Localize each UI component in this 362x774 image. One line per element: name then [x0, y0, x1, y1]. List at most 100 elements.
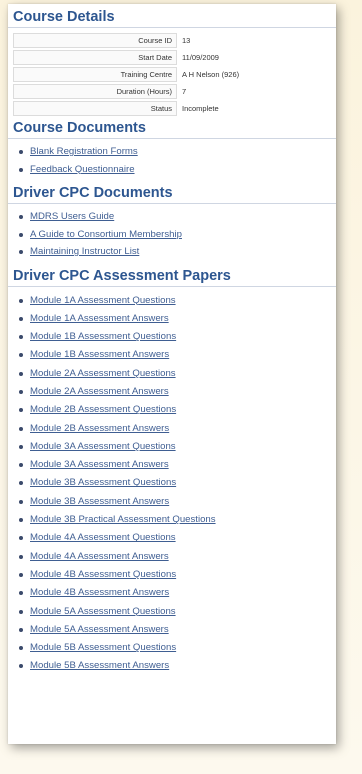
- detail-row: Status Incomplete: [13, 101, 239, 116]
- list-item: Module 1A Assessment Answers: [19, 310, 336, 328]
- bullet-icon: [19, 444, 23, 449]
- list-item: Module 4B Assessment Questions: [19, 566, 336, 584]
- assessment-paper-link[interactable]: Module 1B Assessment Questions: [30, 331, 176, 342]
- detail-row: Duration (Hours) 7: [13, 84, 239, 99]
- list-item: Module 2B Assessment Questions: [19, 401, 336, 419]
- course-details-table: Course ID 13 Start Date 11/09/2009 Training …: [13, 31, 239, 118]
- bullet-icon: [19, 335, 23, 340]
- bullet-icon: [19, 646, 23, 651]
- detail-row: Training Centre A H Nelson (926): [13, 67, 239, 82]
- detail-value: 7: [182, 87, 187, 96]
- assessment-paper-link[interactable]: Module 4B Assessment Answers: [30, 587, 169, 598]
- bullet-icon: [19, 664, 23, 669]
- list-item: Module 2B Assessment Answers: [19, 420, 336, 438]
- assessment-paper-link[interactable]: Module 1B Assessment Answers: [30, 349, 169, 360]
- bullet-icon: [19, 150, 23, 154]
- bullet-icon: [19, 554, 23, 559]
- bullet-icon: [19, 371, 23, 376]
- bullet-icon: [19, 298, 23, 303]
- assessment-paper-link[interactable]: Module 2B Assessment Questions: [30, 404, 176, 415]
- list-item: Module 4A Assessment Questions: [19, 529, 336, 547]
- course-documents-list: Blank Registration Forms Feedback Questio…: [8, 143, 336, 178]
- list-item: Module 5A Assessment Answers: [19, 621, 336, 639]
- list-item: Module 5A Assessment Questions: [19, 603, 336, 621]
- list-item: Module 4B Assessment Answers: [19, 584, 336, 602]
- list-item: Maintaining Instructor List: [19, 243, 336, 261]
- cpc-document-link[interactable]: MDRS Users Guide: [30, 211, 114, 222]
- list-item: Module 1B Assessment Answers: [19, 346, 336, 364]
- assessment-paper-link[interactable]: Module 3B Assessment Answers: [30, 496, 169, 507]
- assessment-paper-link[interactable]: Module 3A Assessment Questions: [30, 441, 176, 452]
- bullet-icon: [19, 536, 23, 541]
- course-document-link[interactable]: Blank Registration Forms: [30, 146, 138, 157]
- assessment-paper-link[interactable]: Module 5A Assessment Questions: [30, 606, 176, 617]
- assessment-paper-link[interactable]: Module 4B Assessment Questions: [30, 569, 176, 580]
- list-item: Module 3B Assessment Answers: [19, 493, 336, 511]
- list-item: Module 3A Assessment Questions: [19, 438, 336, 456]
- assessment-paper-link[interactable]: Module 2A Assessment Questions: [30, 368, 176, 379]
- list-item: Module 2A Assessment Answers: [19, 383, 336, 401]
- list-item: Module 4A Assessment Answers: [19, 548, 336, 566]
- cpc-documents-list: MDRS Users Guide A Guide to Consortium Me…: [8, 208, 336, 261]
- list-item: Module 1A Assessment Questions: [19, 292, 336, 310]
- cpc-documents-heading: Driver CPC Documents: [8, 183, 336, 204]
- list-item: Blank Registration Forms: [19, 143, 336, 161]
- assessment-paper-link[interactable]: Module 5A Assessment Answers: [30, 624, 169, 635]
- assessment-papers-heading: Driver CPC Assessment Papers: [8, 266, 336, 287]
- bullet-icon: [19, 353, 23, 358]
- list-item: MDRS Users Guide: [19, 208, 336, 226]
- detail-value: 11/09/2009: [182, 53, 219, 62]
- page-background: Course Details Course ID 13 Start Date 11/0…: [0, 0, 362, 774]
- bullet-icon: [19, 591, 23, 596]
- assessment-paper-link[interactable]: Module 3B Practical Assessment Questions: [30, 514, 216, 525]
- assessment-paper-link[interactable]: Module 3A Assessment Answers: [30, 459, 169, 470]
- cpc-document-link[interactable]: A Guide to Consortium Membership: [30, 229, 182, 240]
- assessment-paper-link[interactable]: Module 5B Assessment Questions: [30, 642, 176, 653]
- list-item: Module 3B Assessment Questions: [19, 474, 336, 492]
- bullet-icon: [19, 481, 23, 486]
- list-item: Module 3B Practical Assessment Questions: [19, 511, 336, 529]
- list-item: Module 3A Assessment Answers: [19, 456, 336, 474]
- list-item: Module 1B Assessment Questions: [19, 328, 336, 346]
- bullet-icon: [19, 609, 23, 614]
- list-item: Module 5B Assessment Answers: [19, 657, 336, 675]
- bullet-icon: [19, 463, 23, 468]
- bullet-icon: [19, 167, 23, 172]
- detail-label: Duration (Hours): [13, 84, 177, 99]
- bullet-icon: [19, 408, 23, 413]
- assessment-paper-link[interactable]: Module 1A Assessment Answers: [30, 313, 169, 324]
- assessment-paper-link[interactable]: Module 2A Assessment Answers: [30, 386, 169, 397]
- detail-label: Start Date: [13, 50, 177, 65]
- bullet-icon: [19, 316, 23, 321]
- detail-row: Course ID 13: [13, 33, 239, 48]
- assessment-paper-link[interactable]: Module 1A Assessment Questions: [30, 295, 176, 306]
- bullet-icon: [19, 250, 23, 254]
- bullet-icon: [19, 518, 23, 523]
- detail-value: 13: [182, 36, 191, 45]
- list-item: A Guide to Consortium Membership: [19, 226, 336, 244]
- assessment-paper-link[interactable]: Module 3B Assessment Questions: [30, 477, 176, 488]
- detail-value: Incomplete: [182, 104, 219, 113]
- list-item: Module 2A Assessment Questions: [19, 365, 336, 383]
- bullet-icon: [19, 215, 23, 219]
- assessment-papers-list: Module 1A Assessment Questions Module 1A …: [8, 292, 336, 676]
- bullet-icon: [19, 572, 23, 577]
- detail-label: Training Centre: [13, 67, 177, 82]
- course-document-link[interactable]: Feedback Questionnaire: [30, 164, 135, 175]
- assessment-paper-link[interactable]: Module 5B Assessment Answers: [30, 660, 169, 671]
- assessment-paper-link[interactable]: Module 4A Assessment Questions: [30, 532, 176, 543]
- bullet-icon: [19, 426, 23, 431]
- list-item: Module 5B Assessment Questions: [19, 639, 336, 657]
- detail-row: Start Date 11/09/2009: [13, 50, 239, 65]
- cpc-document-link[interactable]: Maintaining Instructor List: [30, 246, 139, 257]
- bullet-icon: [19, 232, 23, 237]
- course-details-heading: Course Details: [8, 7, 336, 28]
- detail-value: A H Nelson (926): [182, 70, 240, 79]
- detail-label: Status: [13, 101, 177, 116]
- bullet-icon: [19, 389, 23, 394]
- list-item: Feedback Questionnaire: [19, 161, 336, 179]
- assessment-paper-link[interactable]: Module 4A Assessment Answers: [30, 551, 169, 562]
- bullet-icon: [19, 627, 23, 632]
- assessment-paper-link[interactable]: Module 2B Assessment Answers: [30, 423, 169, 434]
- course-documents-heading: Course Documents: [8, 118, 336, 139]
